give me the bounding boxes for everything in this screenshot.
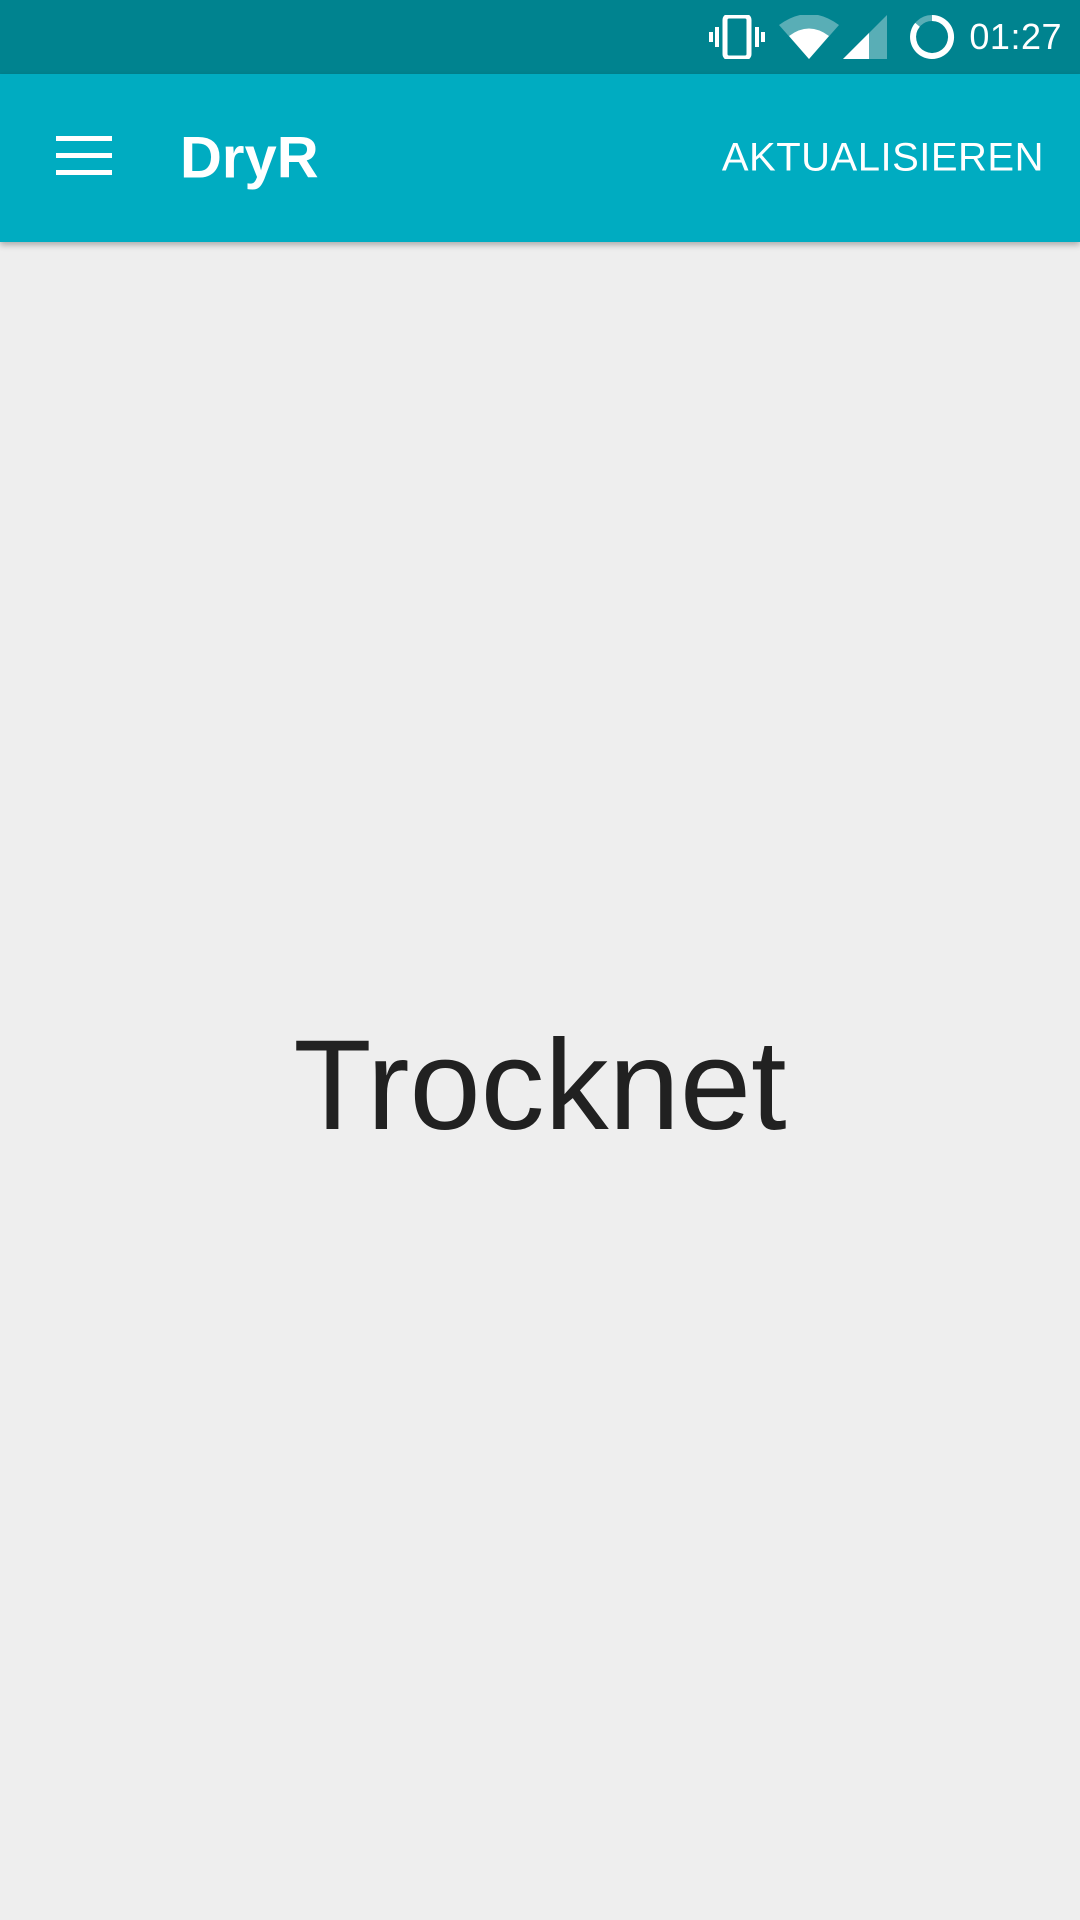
status-bar: 01:27 bbox=[0, 0, 1080, 74]
vibrate-icon bbox=[709, 15, 766, 59]
main-content: Trocknet bbox=[0, 242, 1080, 1920]
app-bar: DryR AKTUALISIEREN bbox=[0, 74, 1080, 242]
drying-status-text: Trocknet bbox=[293, 1014, 787, 1157]
refresh-button[interactable]: AKTUALISIEREN bbox=[722, 136, 1044, 181]
app-screen: 01:27 DryR AKTUALISIEREN Trocknet bbox=[0, 0, 1080, 1920]
wifi-icon bbox=[779, 15, 840, 59]
app-title: DryR bbox=[180, 125, 319, 191]
signal-icon bbox=[843, 15, 888, 59]
menu-icon bbox=[56, 135, 112, 181]
menu-button[interactable] bbox=[40, 114, 128, 202]
status-time: 01:27 bbox=[969, 16, 1062, 57]
battery-icon bbox=[909, 14, 955, 60]
